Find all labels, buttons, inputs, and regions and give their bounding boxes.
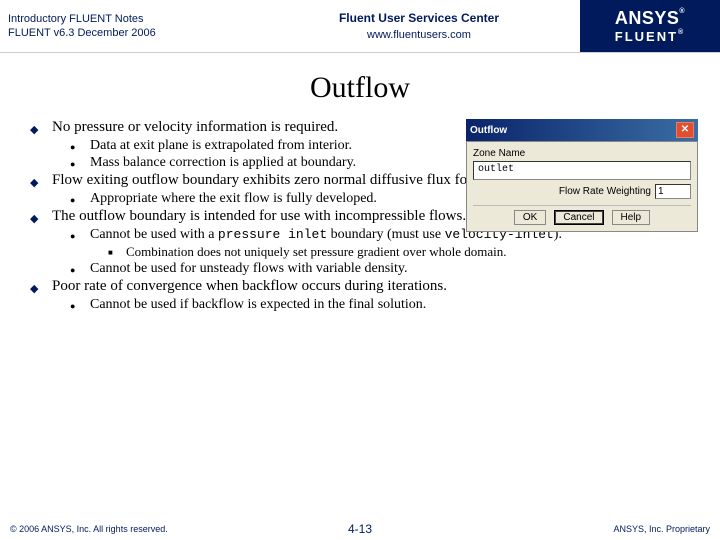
- dot-bullet-icon: ●: [70, 155, 90, 171]
- bullet-3a1: Combination does not uniquely set pressu…: [126, 244, 698, 260]
- dot-bullet-icon: ●: [70, 297, 90, 313]
- header-center: Fluent User Services Center www.fluentus…: [258, 11, 580, 41]
- page-number: 4-13: [348, 522, 372, 536]
- logo-ansys: ANSYS®: [615, 8, 685, 29]
- course-version: FLUENT v6.3 December 2006: [8, 26, 258, 40]
- service-center-title: Fluent User Services Center: [258, 11, 580, 25]
- header-left: Introductory FLUENT Notes FLUENT v6.3 De…: [0, 12, 258, 41]
- copyright-text: © 2006 ANSYS, Inc. All rights reserved.: [10, 524, 168, 534]
- flow-rate-input[interactable]: 1: [655, 184, 691, 199]
- dot-bullet-icon: ●: [70, 261, 90, 277]
- header-bar: Introductory FLUENT Notes FLUENT v6.3 De…: [0, 0, 720, 53]
- zone-name-input[interactable]: outlet: [473, 161, 691, 180]
- slide-content: Outflow ✕ Zone Name outlet Flow Rate Wei…: [0, 119, 720, 313]
- flow-rate-label: Flow Rate Weighting: [559, 186, 651, 197]
- course-title: Introductory FLUENT Notes: [8, 12, 258, 26]
- outflow-dialog: Outflow ✕ Zone Name outlet Flow Rate Wei…: [466, 119, 698, 232]
- slide-title: Outflow: [0, 71, 720, 105]
- diamond-bullet-icon: ◆: [30, 172, 52, 189]
- logo-block: ANSYS® FLUENT®: [580, 0, 720, 52]
- square-bullet-icon: ■: [108, 244, 126, 260]
- logo-fluent: FLUENT®: [615, 29, 685, 44]
- dialog-body: Zone Name outlet Flow Rate Weighting 1 O…: [466, 141, 698, 232]
- ok-button[interactable]: OK: [514, 210, 546, 225]
- proprietary-text: ANSYS, Inc. Proprietary: [613, 524, 710, 534]
- dot-bullet-icon: ●: [70, 138, 90, 154]
- dot-bullet-icon: ●: [70, 227, 90, 243]
- bullet-3b: Cannot be used for unsteady flows with v…: [90, 261, 698, 277]
- cancel-button[interactable]: Cancel: [554, 210, 603, 225]
- dialog-titlebar: Outflow ✕: [466, 119, 698, 141]
- dialog-title: Outflow: [470, 125, 507, 136]
- help-button[interactable]: Help: [612, 210, 651, 225]
- zone-name-label: Zone Name: [473, 148, 691, 159]
- diamond-bullet-icon: ◆: [30, 208, 52, 225]
- bullet-4: Poor rate of convergence when backflow o…: [52, 278, 698, 295]
- footer-bar: © 2006 ANSYS, Inc. All rights reserved. …: [0, 518, 720, 540]
- diamond-bullet-icon: ◆: [30, 119, 52, 136]
- dot-bullet-icon: ●: [70, 191, 90, 207]
- close-icon[interactable]: ✕: [676, 122, 694, 138]
- bullet-4a: Cannot be used if backflow is expected i…: [90, 297, 698, 313]
- service-center-url: www.fluentusers.com: [258, 29, 580, 41]
- diamond-bullet-icon: ◆: [30, 278, 52, 295]
